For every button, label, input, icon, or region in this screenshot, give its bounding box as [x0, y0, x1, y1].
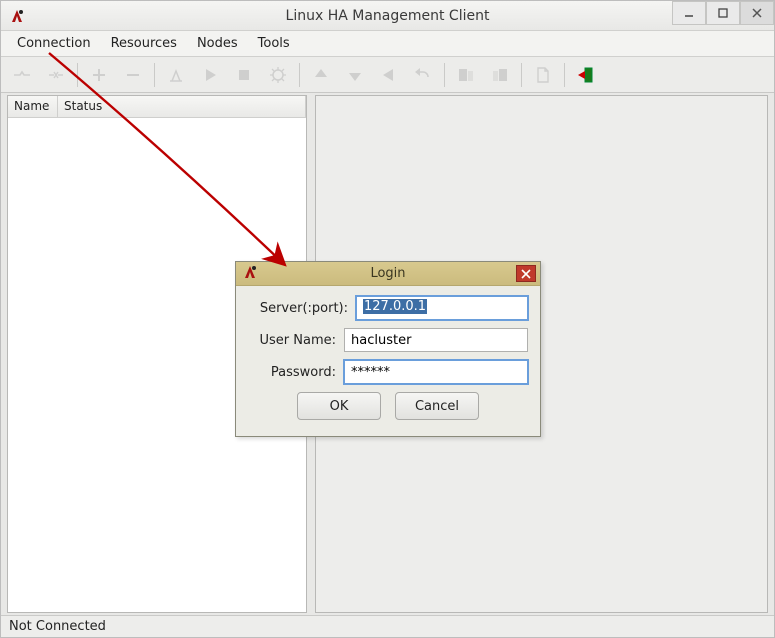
username-label: User Name:: [248, 333, 344, 348]
exit-icon[interactable]: [571, 61, 601, 89]
tree-column-status[interactable]: Status: [58, 96, 306, 117]
server-label: Server(:port):: [248, 301, 356, 316]
menu-connection[interactable]: Connection: [7, 32, 101, 55]
manage-icon[interactable]: [263, 61, 293, 89]
up-icon[interactable]: [306, 61, 336, 89]
maximize-button[interactable]: [706, 1, 740, 25]
status-text: Not Connected: [9, 619, 106, 634]
ok-button[interactable]: OK: [297, 392, 381, 420]
app-icon: [9, 8, 25, 24]
login-dialog: Login Server(:port): 127.0.0.1 User Name…: [235, 261, 541, 437]
toolbar-separator: [154, 63, 155, 87]
toolbar-separator: [521, 63, 522, 87]
down-icon[interactable]: [340, 61, 370, 89]
window-titlebar: Linux HA Management Client: [1, 1, 774, 31]
dialog-titlebar[interactable]: Login: [236, 262, 540, 286]
username-input[interactable]: [344, 328, 528, 352]
password-label: Password:: [248, 365, 344, 380]
undo-icon[interactable]: [408, 61, 438, 89]
toolbar: [1, 57, 774, 93]
stop-icon[interactable]: [229, 61, 259, 89]
document-icon[interactable]: [528, 61, 558, 89]
menu-resources[interactable]: Resources: [101, 32, 187, 55]
back-icon[interactable]: [374, 61, 404, 89]
close-button[interactable]: [740, 1, 774, 25]
minimize-button[interactable]: [672, 1, 706, 25]
cancel-button[interactable]: Cancel: [395, 392, 479, 420]
server-input[interactable]: 127.0.0.1: [356, 296, 528, 320]
start-icon[interactable]: [195, 61, 225, 89]
connect-icon[interactable]: [7, 61, 37, 89]
password-input[interactable]: [344, 360, 528, 384]
menu-tools[interactable]: Tools: [248, 32, 300, 55]
cleanup-icon[interactable]: [161, 61, 191, 89]
tree-column-name[interactable]: Name: [8, 96, 58, 117]
remove-icon[interactable]: [118, 61, 148, 89]
dialog-title: Login: [236, 266, 540, 281]
add-icon[interactable]: [84, 61, 114, 89]
toolbar-separator: [299, 63, 300, 87]
tree-header: Name Status: [8, 96, 306, 118]
menubar: Connection Resources Nodes Tools: [1, 31, 774, 57]
window-title: Linux HA Management Client: [1, 8, 774, 24]
dialog-close-button[interactable]: [516, 265, 536, 282]
disconnect-icon[interactable]: [41, 61, 71, 89]
toolbar-separator: [564, 63, 565, 87]
shadow-right-icon[interactable]: [485, 61, 515, 89]
toolbar-separator: [77, 63, 78, 87]
statusbar: Not Connected: [1, 615, 774, 637]
shadow-left-icon[interactable]: [451, 61, 481, 89]
toolbar-separator: [444, 63, 445, 87]
menu-nodes[interactable]: Nodes: [187, 32, 248, 55]
